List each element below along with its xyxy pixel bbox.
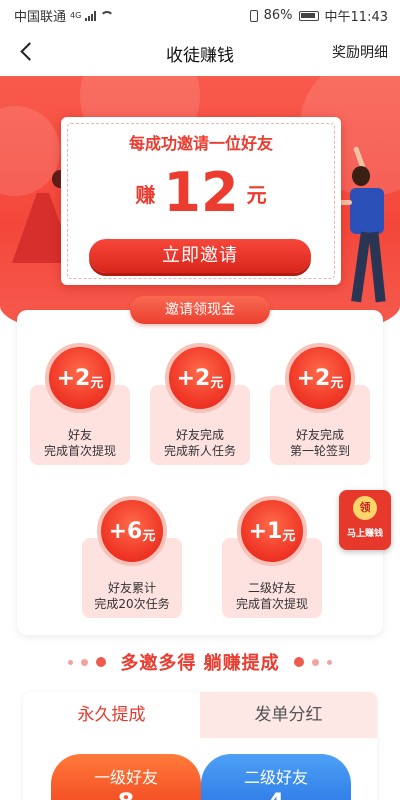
- level-1-friend-card[interactable]: 一级好友 8: [51, 754, 201, 800]
- network-label: 4G: [70, 11, 82, 20]
- signal-icon: [85, 10, 97, 21]
- decor-bubble: [0, 106, 60, 196]
- reward-coin: +2 元: [45, 343, 115, 413]
- level-title: 一级好友: [93, 768, 158, 787]
- earn-now-label: 马上赚钱: [346, 529, 383, 539]
- decor-dot: [326, 659, 332, 665]
- earn-unit: 元: [246, 182, 267, 207]
- reward-coin: +2 元: [285, 343, 355, 413]
- commission-tabs-card: 永久提成 发单分红 一级好友 8 二级好友 4: [23, 692, 377, 800]
- decor-dot: [293, 657, 304, 667]
- tab-permanent-commission[interactable]: 永久提成: [23, 692, 200, 738]
- invite-now-button[interactable]: 立即邀请: [89, 239, 311, 273]
- man-head: [352, 166, 370, 186]
- battery-icon: [298, 10, 319, 21]
- carrier-label: 中国联通: [14, 10, 67, 25]
- tab-order-dividend[interactable]: 发单分红: [200, 692, 377, 738]
- slogan-text: 多邀多得 躺赚提成: [120, 653, 280, 674]
- invite-card: 每成功邀请一位好友 赚 12 元 立即邀请: [61, 117, 341, 285]
- reward-description: 二级好友 完成首次提现: [235, 581, 308, 611]
- reward-description: 好友完成 第一轮签到: [289, 428, 350, 458]
- invite-headline: 每成功邀请一位好友: [128, 134, 273, 153]
- reward-coin: +6 元: [97, 496, 167, 566]
- slogan-row: 多邀多得 躺赚提成: [0, 650, 400, 674]
- man-illustration: [350, 188, 384, 234]
- reward-description: 好友累计 完成20次任务: [94, 581, 170, 611]
- decor-dot: [311, 658, 319, 666]
- decor-dot: [81, 658, 89, 666]
- decor-dot: [68, 659, 74, 665]
- reward-details-link[interactable]: 奖励明细: [332, 42, 388, 62]
- reward-item: +1 元 二级好友 完成首次提现: [222, 496, 322, 618]
- earn-word: 赚: [135, 182, 156, 207]
- clock: 中午11:43: [324, 10, 388, 25]
- level-number: 8: [51, 788, 201, 800]
- earn-number: 12: [163, 161, 239, 224]
- reward-coin: +2 元: [165, 343, 235, 413]
- reward-item: +2 元 好友 完成首次提现: [30, 343, 130, 465]
- wifi-icon: [100, 10, 115, 21]
- level-2-friend-card[interactable]: 二级好友 4: [201, 754, 351, 800]
- cash-section-title: 邀请领现金: [130, 296, 270, 324]
- reward-item: +2 元 好友完成 第一轮签到: [270, 343, 370, 465]
- reward-item: +2 元 好友完成 完成新人任务: [150, 343, 250, 465]
- earn-now-widget[interactable]: 领 马上赚钱: [339, 490, 391, 550]
- reward-coin: +1 元: [237, 496, 307, 566]
- battery-percent: 86%: [263, 8, 293, 23]
- level-number: 4: [201, 788, 351, 800]
- red-envelope-icon: 领: [353, 496, 377, 520]
- nav-bar: 收徒赚钱 奖励明细: [0, 28, 400, 76]
- vibrate-icon: [249, 9, 258, 22]
- earn-amount: 赚 12 元: [61, 163, 341, 223]
- reward-description: 好友完成 完成新人任务: [163, 428, 236, 458]
- decor-dot: [96, 657, 107, 667]
- reward-item: +6 元 好友累计 完成20次任务: [82, 496, 182, 618]
- reward-description: 好友 完成首次提现: [43, 428, 116, 458]
- status-bar: 中国联通 4G 86% 中午11:43: [0, 0, 400, 28]
- level-title: 二级好友: [243, 768, 308, 787]
